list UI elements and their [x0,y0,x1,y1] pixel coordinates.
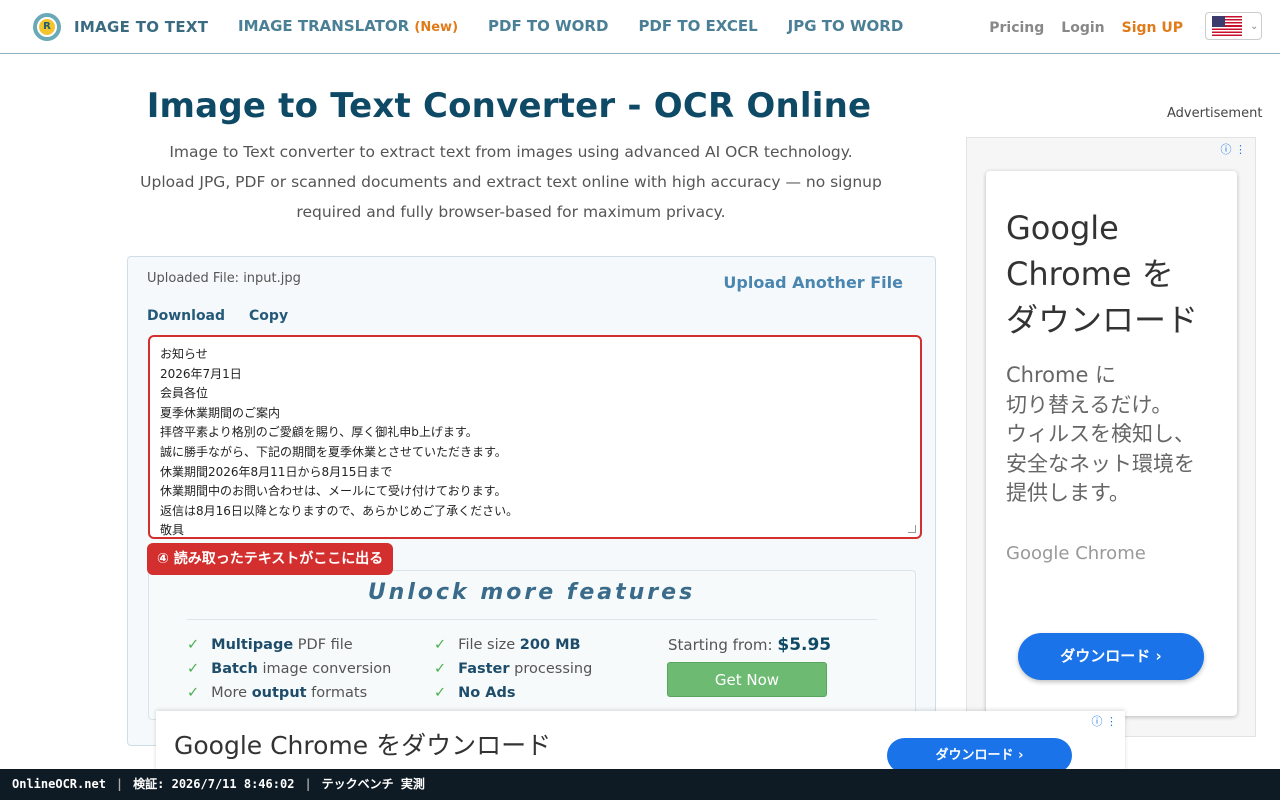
top-navbar: R IMAGE TO TEXT IMAGE TRANSLATOR (New) P… [0,0,1280,54]
feature-item: ✓ File size 200 MB [434,637,581,653]
ad-download-button[interactable]: ダウンロード › [1018,633,1204,680]
account-nav: Pricing Login Sign UP ⌄ [989,12,1262,40]
result-line: 2026年7月1日 [160,366,242,381]
status-verified: 検証: 2026/7/11 8:46:02 [133,777,295,791]
bottom-advertisement[interactable]: ⓘ ⋮ Google Chrome をダウンロード ダウンロード › [156,711,1125,771]
us-flag-icon [1212,16,1242,36]
side-advertisement[interactable]: ⓘ ⋮ Google Chrome を ダウンロード Chrome に 切り替え… [966,137,1256,737]
get-now-button[interactable]: Get Now [667,662,827,697]
result-line: 拝啓平素より格別のご愛顧を賜り、厚く御礼申b上げます。 [160,425,478,440]
page-description: Image to Text converter to extract text … [140,143,882,221]
page: R IMAGE TO TEXT IMAGE TRANSLATOR (New) P… [0,0,1280,800]
page-title: Image to Text Converter - OCR Online [146,86,872,126]
check-icon: ✓ [434,685,447,701]
logo-icon: R [33,13,63,41]
site-logo[interactable]: R IMAGE TO TEXT [33,13,208,41]
new-badge: (New) [414,20,459,35]
pricing-link[interactable]: Pricing [989,20,1044,36]
feature-item: ✓ More output formats [187,685,368,701]
feature-item: ✓ Faster processing [434,661,593,677]
ad-info-icon[interactable]: ⓘ ⋮ [1221,141,1247,157]
divider [187,619,877,620]
feature-item: ✓ Multipage PDF file [187,637,353,653]
result-line: 会員各位 [160,386,209,401]
ad-body: Chrome に 切り替えるだけ。 ウィルスを検知し、 安全なネット環境を 提供… [1006,363,1195,505]
bottom-ad-download-button[interactable]: ダウンロード › [887,738,1072,771]
result-line: 敬具 [160,523,185,538]
result-line: お知らせ [160,347,208,361]
starting-price: Starting from: $5.95 [668,635,832,655]
status-note: テックベンチ 実測 [321,777,425,791]
check-icon: ✓ [434,661,447,677]
nav-pdf-to-word[interactable]: PDF TO WORD [488,17,608,35]
result-actions: Download Copy [147,308,312,324]
feature-item: ✓ Batch image conversion [187,661,392,677]
ocr-result-textarea[interactable]: お知らせ 2026年7月1日 会員各位 夏季休業期間のご案内 拝啓平素より格別の… [148,335,922,539]
result-line: 夏季休業期間のご案内 [160,405,281,420]
nav-pdf-to-excel[interactable]: PDF TO EXCEL [638,17,757,35]
uploaded-file-label: Uploaded File: input.jpg [147,271,301,286]
status-bar: OnlineOCR.net | 検証: 2026/7/11 8:46:02 | テックベ… [0,769,1280,800]
features-column-2: ✓ File size 200 MB ✓ Faster processing ✓ No… [434,633,592,705]
check-icon: ✓ [434,637,447,653]
ad-info-icon[interactable]: ⓘ ⋮ [1092,713,1118,729]
unlock-features-box: Unlock more features ✓ Multipage PDF file… [148,570,916,720]
chevron-down-icon: ⌄ [1250,20,1259,32]
check-icon: ✓ [187,637,200,653]
check-icon: ✓ [187,685,200,701]
bottom-ad-headline: Google Chrome をダウンロード [174,731,552,760]
result-line: 返信は8月16日以降となりますので、あらかじめご了承ください。 [160,503,519,518]
nav-jpg-to-word[interactable]: JPG TO WORD [788,17,904,35]
check-icon: ✓ [187,661,200,677]
copy-button[interactable]: Copy [249,308,288,324]
result-line: 誠に勝手ながら、下記の期間を夏季休業とさせていただきます。 [160,444,507,459]
language-selector[interactable]: ⌄ [1205,12,1262,40]
nav-image-translator[interactable]: IMAGE TRANSLATOR (New) [238,17,458,35]
annotation-badge: ④ 読み取ったテキストがここに出る [147,543,394,575]
advertisement-label: Advertisement [1167,106,1263,121]
download-button[interactable]: Download [147,308,225,324]
upload-another-button[interactable]: Upload Another File [723,273,903,292]
signup-link[interactable]: Sign UP [1122,20,1183,36]
login-link[interactable]: Login [1061,20,1104,36]
logo-text: IMAGE TO TEXT [74,18,209,36]
ad-card[interactable]: Google Chrome を ダウンロード Chrome に 切り替えるだけ。… [986,171,1237,716]
main-nav: IMAGE TRANSLATOR (New) PDF TO WORD PDF T… [238,17,933,35]
price-value: $5.95 [777,635,832,655]
features-column-1: ✓ Multipage PDF file ✓ Batch image convers… [187,633,391,705]
ad-headline: Google Chrome を ダウンロード [1006,209,1199,339]
result-line: 休業期間中のお問い合わせは、メールにて受け付けております。 [160,484,507,499]
resize-handle[interactable] [908,525,916,533]
features-title: Unlock more features [367,580,696,605]
result-line: 休業期間2026年8月11日から8月15日まで [160,464,393,479]
feature-item: ✓ No Ads [434,685,516,701]
ad-brand: Google Chrome [1006,543,1146,564]
status-site: OnlineOCR.net [12,777,106,791]
